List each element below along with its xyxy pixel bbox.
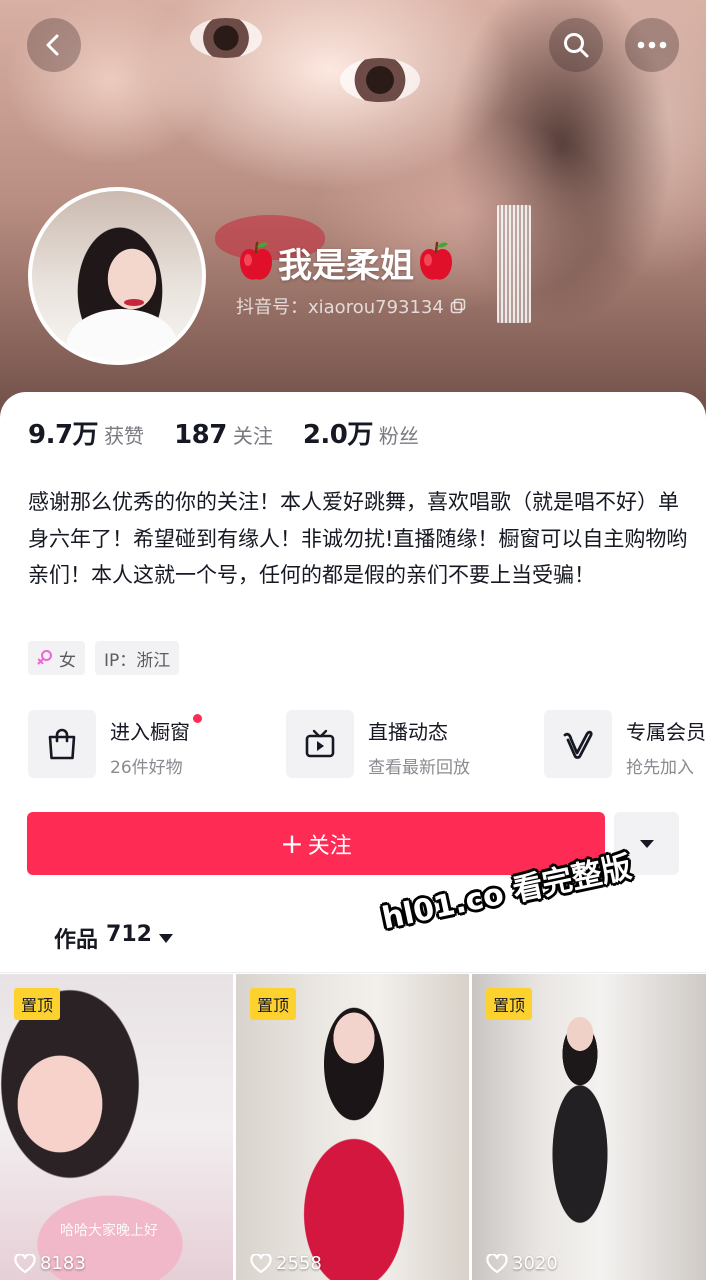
shopping-bag-icon bbox=[48, 728, 76, 760]
service-membership[interactable]: 专属会员 抢先加入 bbox=[544, 710, 706, 780]
cover-eye-right bbox=[340, 58, 420, 102]
gender-tag: 女 bbox=[28, 641, 85, 675]
vip-v-icon bbox=[563, 730, 593, 759]
cover-eye-left bbox=[190, 18, 262, 58]
search-icon bbox=[564, 33, 589, 58]
triangle-down-icon bbox=[158, 933, 173, 943]
services-row: 进入橱窗 26件好物 直播动态 查看最新回放 专属会员 抢先加入 bbox=[28, 710, 706, 780]
service-icon-box bbox=[286, 710, 354, 778]
works-label: 作品 712 bbox=[54, 922, 152, 954]
stat-label: 粉丝 bbox=[378, 424, 419, 448]
like-count-text: 3020 bbox=[512, 1253, 558, 1274]
video-thumbnail[interactable]: 置顶 哈哈大家晚上好 8183 bbox=[0, 974, 233, 1280]
tab-divider bbox=[0, 972, 706, 973]
stat-label: 获赞 bbox=[104, 424, 145, 448]
stats-row: 9.7万 获赞 187 关注 2.0万 粉丝 bbox=[28, 414, 419, 451]
stat-value: 187 bbox=[174, 420, 227, 450]
stat-followers[interactable]: 2.0万 粉丝 bbox=[303, 414, 419, 451]
stat-value: 9.7万 bbox=[28, 420, 99, 450]
avatar-shirt bbox=[67, 309, 177, 361]
service-title: 直播动态 bbox=[368, 720, 448, 744]
plus-icon: + bbox=[280, 826, 304, 860]
service-text: 专属会员 抢先加入 bbox=[626, 710, 706, 780]
video-thumbnail[interactable]: 置顶 3020 bbox=[472, 974, 706, 1280]
bio-text: 感谢那么优秀的你的关注！本人爱好跳舞，喜欢唱歌（就是唱不好）单身六年了！希望碰到… bbox=[28, 490, 688, 587]
nickname: 我是柔姐 bbox=[236, 237, 456, 287]
like-count: 3020 bbox=[486, 1253, 558, 1274]
like-count-text: 2558 bbox=[276, 1253, 322, 1274]
service-icon-box bbox=[544, 710, 612, 778]
ip-label: IP：浙江 bbox=[104, 650, 171, 671]
more-button[interactable] bbox=[625, 18, 679, 72]
works-title: 作品 bbox=[54, 928, 99, 953]
more-dots-icon bbox=[637, 41, 667, 49]
service-shop-window[interactable]: 进入橱窗 26件好物 bbox=[28, 710, 202, 780]
pinned-badge: 置顶 bbox=[250, 988, 297, 1020]
service-title-text: 进入橱窗 bbox=[110, 720, 190, 744]
douyin-id[interactable]: 抖音号：xiaorou793134 bbox=[236, 293, 466, 319]
stat-label: 关注 bbox=[232, 424, 273, 448]
female-icon bbox=[37, 650, 52, 665]
douyin-id-text: 抖音号：xiaorou793134 bbox=[236, 297, 444, 318]
back-button[interactable] bbox=[27, 18, 81, 72]
video-grid: 置顶 哈哈大家晚上好 8183 置顶 2558 置顶 3020 bbox=[0, 974, 706, 1280]
heart-icon bbox=[14, 1253, 36, 1273]
search-button[interactable] bbox=[549, 18, 603, 72]
cover-earring bbox=[497, 205, 531, 323]
video-caption: 哈哈大家晚上好 bbox=[60, 1223, 158, 1239]
apple-emoji-icon bbox=[240, 241, 272, 280]
back-arrow-icon bbox=[46, 34, 59, 56]
service-subtitle: 抢先加入 bbox=[626, 758, 694, 778]
stat-following[interactable]: 187 关注 bbox=[174, 420, 273, 450]
apple-emoji-icon bbox=[420, 241, 452, 280]
heart-icon bbox=[250, 1253, 272, 1273]
service-subtitle: 查看最新回放 bbox=[368, 758, 470, 778]
service-text: 进入橱窗 26件好物 bbox=[110, 710, 202, 780]
like-count-text: 8183 bbox=[40, 1253, 86, 1274]
video-thumbnail[interactable]: 置顶 2558 bbox=[236, 974, 469, 1280]
notification-dot bbox=[193, 714, 202, 723]
triangle-down-icon bbox=[639, 839, 654, 848]
service-icon-box bbox=[28, 710, 96, 778]
tv-icon bbox=[305, 729, 335, 758]
service-title: 进入橱窗 bbox=[110, 714, 202, 745]
avatar-mouth bbox=[124, 299, 144, 306]
ip-tag: IP：浙江 bbox=[95, 641, 180, 675]
avatar[interactable] bbox=[28, 187, 206, 365]
service-subtitle: 26件好物 bbox=[110, 758, 183, 778]
nickname-text: 我是柔姐 bbox=[278, 245, 414, 286]
works-count: 712 bbox=[106, 922, 152, 947]
follow-label: 关注 bbox=[307, 833, 352, 859]
heart-icon bbox=[486, 1253, 508, 1273]
service-live-updates[interactable]: 直播动态 查看最新回放 bbox=[286, 710, 470, 780]
like-count: 2558 bbox=[250, 1253, 322, 1274]
pinned-badge: 置顶 bbox=[486, 988, 533, 1020]
stat-likes[interactable]: 9.7万 获赞 bbox=[28, 414, 144, 451]
like-count: 8183 bbox=[14, 1253, 86, 1274]
gender-label: 女 bbox=[59, 650, 76, 671]
profile-tags: 女 IP：浙江 bbox=[28, 641, 180, 675]
copy-icon bbox=[450, 298, 466, 314]
tab-works[interactable]: 作品 712 bbox=[54, 922, 174, 954]
service-title: 专属会员 bbox=[626, 720, 706, 744]
pinned-badge: 置顶 bbox=[14, 988, 61, 1020]
service-text: 直播动态 查看最新回放 bbox=[368, 710, 470, 780]
stat-value: 2.0万 bbox=[302, 420, 374, 450]
